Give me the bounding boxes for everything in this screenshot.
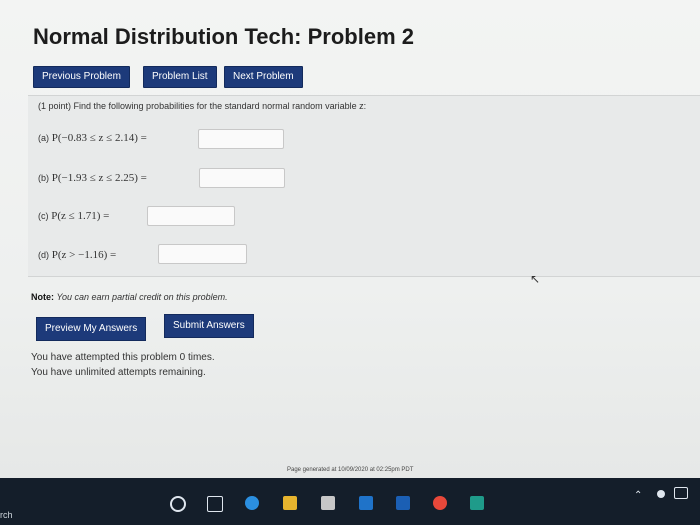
network-icon[interactable] xyxy=(657,490,665,498)
answer-c-input[interactable] xyxy=(147,206,235,226)
problem-box xyxy=(28,95,700,277)
cortana-icon[interactable] xyxy=(170,496,186,512)
task-view-icon[interactable] xyxy=(207,496,223,512)
preview-answers-button[interactable]: Preview My Answers xyxy=(36,317,147,341)
answer-b-input[interactable] xyxy=(199,168,285,188)
part-a-label: (a) xyxy=(38,133,49,143)
page-title: Normal Distribution Tech: Problem 2 xyxy=(33,24,414,49)
page-generated-footer: Page generated at 10/09/2020 at 02:25pm … xyxy=(287,467,414,473)
part-a: (a) P(−0.83 ≤ z ≤ 2.14) = xyxy=(38,132,147,144)
next-problem-button[interactable]: Next Problem xyxy=(224,66,303,88)
part-b: (b) P(−1.93 ≤ z ≤ 2.25) = xyxy=(38,172,147,184)
notification-icon[interactable] xyxy=(674,487,688,499)
note-text: You can earn partial credit on this prob… xyxy=(56,292,228,302)
tray-chevron-up-icon[interactable]: ⌃ xyxy=(634,490,642,501)
partial-credit-note: Note: You can earn partial credit on thi… xyxy=(31,292,228,302)
problem-list-button[interactable]: Problem List xyxy=(143,66,217,88)
mail-icon[interactable] xyxy=(359,496,373,510)
part-c-expression: P(z ≤ 1.71) = xyxy=(51,210,110,222)
part-d-expression: P(z > −1.16) = xyxy=(51,249,117,261)
attempts-remaining: You have unlimited attempts remaining. xyxy=(31,367,206,378)
part-d: (d) P(z > −1.16) = xyxy=(38,249,116,261)
note-label: Note: xyxy=(31,292,54,302)
windows-taskbar xyxy=(0,478,700,525)
part-d-label: (d) xyxy=(38,250,49,260)
previous-problem-button[interactable]: Previous Problem xyxy=(33,66,130,88)
webwork-page: Normal Distribution Tech: Problem 2 Prev… xyxy=(0,0,700,478)
store-icon[interactable] xyxy=(321,496,335,510)
part-a-expression: P(−0.83 ≤ z ≤ 2.14) = xyxy=(51,132,147,144)
attempts-used: You have attempted this problem 0 times. xyxy=(31,352,215,363)
problem-intro: (1 point) Find the following probabiliti… xyxy=(38,101,367,111)
app-icon[interactable] xyxy=(470,496,484,510)
mouse-cursor-icon: ↖ xyxy=(530,272,541,286)
part-b-expression: P(−1.93 ≤ z ≤ 2.25) = xyxy=(51,172,147,184)
edge-browser-icon[interactable] xyxy=(245,496,259,510)
chrome-icon[interactable] xyxy=(433,496,447,510)
part-c: (c) P(z ≤ 1.71) = xyxy=(38,210,109,222)
file-explorer-icon[interactable] xyxy=(283,496,297,510)
answer-a-input[interactable] xyxy=(198,129,284,149)
part-c-label: (c) xyxy=(38,211,49,221)
submit-answers-button[interactable]: Submit Answers xyxy=(164,314,254,338)
answer-d-input[interactable] xyxy=(158,244,247,264)
word-icon[interactable] xyxy=(396,496,410,510)
part-b-label: (b) xyxy=(38,173,49,183)
taskbar-search-fragment[interactable]: rch xyxy=(0,510,13,520)
